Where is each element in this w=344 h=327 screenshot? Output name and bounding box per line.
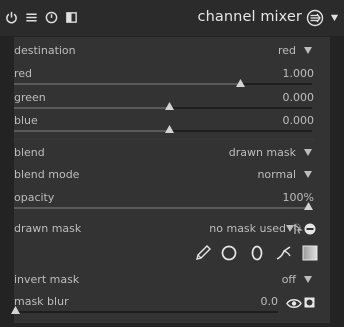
- mask-blur-value: 0.0: [260, 295, 279, 308]
- header-icons: [5, 11, 78, 25]
- gradient-icon[interactable]: [301, 244, 319, 262]
- dropdown-arrow-icon: [304, 171, 312, 178]
- blue-slider-marker[interactable]: [165, 125, 174, 133]
- opacity-slider[interactable]: opacity 100%: [14, 191, 314, 213]
- reset-icon[interactable]: [45, 11, 58, 24]
- circle-icon[interactable]: [220, 244, 238, 262]
- blend-combobox[interactable]: blend drawn mask: [14, 146, 314, 160]
- blend-mode-value: normal: [257, 168, 296, 181]
- display-mask-eye-icon[interactable]: [286, 298, 302, 309]
- opacity-slider-marker[interactable]: [304, 202, 313, 210]
- blend-label: blend: [14, 146, 45, 159]
- preset-menu-icon[interactable]: [306, 9, 324, 27]
- green-slider[interactable]: green 0.000: [14, 91, 314, 113]
- module-header: channel mixer: [0, 0, 344, 36]
- blend-mode-label: blend mode: [14, 168, 80, 181]
- red-value: 1.000: [282, 67, 315, 80]
- blue-slider[interactable]: blue 0.000: [14, 114, 314, 136]
- blend-value: drawn mask: [228, 146, 296, 159]
- red-label: red: [14, 67, 33, 80]
- expand-arrow-icon[interactable]: [330, 13, 339, 22]
- mask-channel-icon[interactable]: [304, 297, 315, 308]
- brush-icon[interactable]: [194, 244, 212, 262]
- red-slider-marker[interactable]: [236, 79, 245, 87]
- mask-blur-track[interactable]: [14, 311, 278, 313]
- destination-value: red: [277, 44, 296, 57]
- module-title: channel mixer: [197, 9, 302, 25]
- opacity-fill: [14, 207, 308, 209]
- dropdown-arrow-icon: [304, 47, 312, 54]
- invert-mask-label: invert mask: [14, 273, 80, 286]
- drawn-mask-value[interactable]: no mask used: [209, 222, 286, 235]
- remove-mask-icon[interactable]: [304, 223, 316, 235]
- path-icon[interactable]: [275, 244, 293, 262]
- drawn-mask-label: drawn mask: [14, 222, 82, 235]
- red-track[interactable]: [14, 83, 312, 85]
- blue-track[interactable]: [14, 130, 312, 132]
- destination-combobox[interactable]: destination red: [14, 44, 314, 58]
- mask-blur-slider-marker[interactable]: [11, 306, 20, 314]
- multi-instance-icon[interactable]: [25, 11, 38, 24]
- power-icon[interactable]: [5, 11, 18, 24]
- dropdown-arrow-icon: [304, 276, 312, 283]
- green-track[interactable]: [14, 107, 312, 109]
- invert-mask-value: off: [281, 273, 296, 286]
- section-divider: [14, 139, 314, 140]
- mask-blur-slider[interactable]: mask blur 0.0: [11, 295, 315, 317]
- blue-fill: [14, 130, 169, 132]
- opacity-label: opacity: [14, 191, 55, 204]
- blue-label: blue: [14, 114, 38, 127]
- green-fill: [14, 107, 169, 109]
- ellipse-icon[interactable]: [248, 244, 266, 262]
- red-fill: [14, 83, 241, 85]
- blue-value: 0.000: [282, 114, 315, 127]
- dropdown-arrow-icon: [304, 149, 312, 156]
- invert-mask-combobox[interactable]: invert mask off: [14, 273, 314, 287]
- presets-icon[interactable]: [65, 11, 78, 24]
- drawn-mask-row: drawn mask no mask used: [14, 222, 316, 238]
- green-label: green: [14, 91, 46, 104]
- green-value: 0.000: [282, 91, 315, 104]
- mask-blur-label: mask blur: [14, 295, 69, 308]
- green-slider-marker[interactable]: [165, 102, 174, 110]
- destination-label: destination: [14, 44, 76, 57]
- red-slider[interactable]: red 1.000: [14, 67, 314, 89]
- opacity-track[interactable]: [14, 207, 312, 209]
- blend-mode-combobox[interactable]: blend mode normal: [14, 168, 314, 182]
- show-mask-pointer-icon[interactable]: [292, 223, 304, 235]
